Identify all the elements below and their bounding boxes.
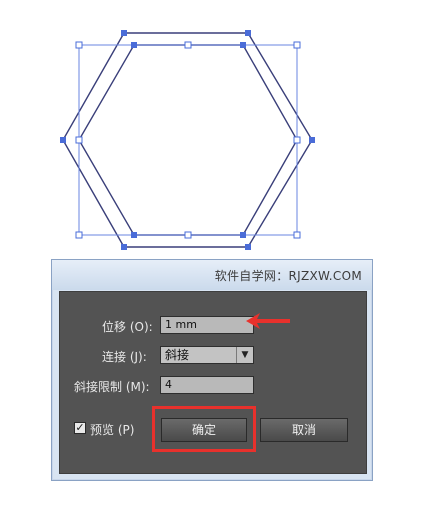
anchor-point [121,244,127,250]
pointer-arrow-icon [246,313,290,329]
offset-label: 位移 (O): [102,320,153,334]
handle-middle-left [75,136,83,144]
bounding-box-handles[interactable] [75,41,301,239]
handle-bottom-middle [184,231,192,239]
artboard-canvas [60,30,315,250]
ok-button-highlight-box [152,406,256,452]
dialog-body: 位移 (O): 1 mm 连接 (J): 斜接 ▼ 斜接限制 (M): 4 ✓ … [59,291,367,474]
handle-top-right [293,41,301,49]
handle-bottom-left [75,231,83,239]
handle-middle-right [293,136,301,144]
handle-top-left [75,41,83,49]
miter-limit-label: 斜接限制 (M): [74,380,150,394]
handle-bottom-right [293,231,301,239]
outer-hexagon[interactable] [62,32,313,248]
handle-top-middle [184,41,192,49]
anchor-point [245,244,251,250]
anchor-point [60,137,66,143]
chevron-down-icon[interactable]: ▼ [236,347,253,363]
inner-hexagon[interactable] [78,44,298,236]
preview-checkbox[interactable]: ✓ [74,422,86,434]
cancel-button[interactable]: 取消 [260,418,348,442]
anchor-point [240,232,246,238]
dialog-titlebar[interactable]: 软件自学网：RJZXW.COM [52,260,372,290]
anchor-point [131,42,137,48]
selection-bounding-box [78,44,298,236]
anchor-point [131,232,137,238]
watermark-text: 软件自学网：RJZXW.COM [214,269,362,283]
miter-limit-input[interactable]: 4 [160,376,254,394]
anchor-point [121,30,127,36]
joins-selected-value: 斜接 [165,348,190,362]
offset-input[interactable]: 1 mm [160,316,254,334]
anchor-points[interactable] [60,30,315,250]
anchor-point [309,137,315,143]
preview-label[interactable]: 预览 (P) [90,421,134,438]
anchor-point [245,30,251,36]
joins-label: 连接 (J): [102,350,147,364]
joins-select[interactable]: 斜接 ▼ [160,346,254,364]
offset-path-dialog: 软件自学网：RJZXW.COM 位移 (O): 1 mm 连接 (J): 斜接 … [51,259,373,481]
anchor-point [240,42,246,48]
